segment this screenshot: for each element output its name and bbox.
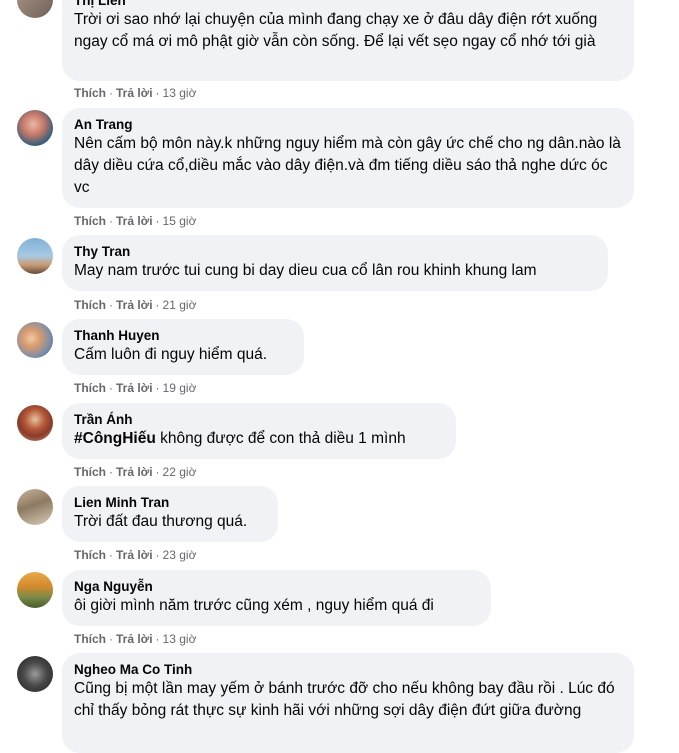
like-button[interactable]: Thích	[74, 86, 106, 100]
like-button[interactable]: Thích	[74, 381, 106, 395]
separator-dot: ·	[109, 86, 113, 100]
mention-tag[interactable]: #CôngHiếu	[74, 430, 156, 447]
reply-button[interactable]: Trả lời	[116, 298, 153, 312]
comment-bubble: Ngheo Ma Co Tinh Cũng bị một lần may yếm…	[62, 653, 634, 753]
avatar[interactable]	[17, 572, 53, 608]
like-button[interactable]: Thích	[74, 465, 106, 479]
separator-dot: ·	[109, 632, 113, 646]
separator-dot: ·	[109, 548, 113, 562]
comment-time[interactable]: 23 giờ	[163, 548, 197, 562]
comment-time[interactable]: 19 giờ	[163, 381, 197, 395]
comment-bubble: An Trang Nên cấm bộ môn này.k những nguy…	[62, 108, 634, 208]
comment-actions: Thích · Trả lời · 21 giờ	[74, 298, 196, 312]
comment-time[interactable]: 13 giờ	[163, 86, 197, 100]
separator-dot: ·	[155, 632, 160, 646]
avatar[interactable]	[17, 489, 53, 525]
comment-author[interactable]: Thanh Huyen	[74, 327, 292, 344]
comment-actions: Thích · Trả lời · 15 giờ	[74, 214, 196, 228]
comment-text: Trời ơi sao nhớ lại chuyện của mình đang…	[74, 11, 598, 50]
comment-text-body: không được để con thả diều 1 mình	[155, 430, 406, 447]
separator-dot: ·	[155, 465, 160, 479]
comment-bubble: Thị Liên Trời ơi sao nhớ lại chuyện của …	[62, 0, 634, 81]
separator-dot: ·	[109, 298, 113, 312]
separator-dot: ·	[155, 214, 160, 228]
comment-text: Trời đất đau thương quá.	[74, 513, 248, 530]
reply-button[interactable]: Trả lời	[116, 548, 153, 562]
comment-actions: Thích · Trả lời · 13 giờ	[74, 632, 196, 646]
separator-dot: ·	[109, 381, 113, 395]
comment-author[interactable]: Lien Minh Tran	[74, 494, 266, 511]
comment-text: ôi giời mình năm trước cũng xém , nguy h…	[74, 597, 434, 614]
separator-dot: ·	[109, 214, 113, 228]
comment-time[interactable]: 13 giờ	[163, 632, 197, 646]
separator-dot: ·	[109, 465, 113, 479]
comment-actions: Thích · Trả lời · 19 giờ	[74, 381, 196, 395]
comment-author[interactable]: Nga Nguyễn	[74, 578, 479, 595]
comment-text: Nên cấm bộ môn này.k những nguy hiểm mà …	[74, 135, 621, 196]
comment-bubble: Thanh Huyen Cấm luôn đi nguy hiểm quá.	[62, 319, 304, 375]
like-button[interactable]: Thích	[74, 632, 106, 646]
comment-text: Cấm luôn đi nguy hiểm quá.	[74, 346, 268, 363]
comment-author[interactable]: An Trang	[74, 116, 622, 133]
avatar[interactable]	[17, 322, 53, 358]
reply-button[interactable]: Trả lời	[116, 632, 153, 646]
comment-time[interactable]: 21 giờ	[163, 298, 197, 312]
like-button[interactable]: Thích	[74, 548, 106, 562]
like-button[interactable]: Thích	[74, 298, 106, 312]
avatar[interactable]	[17, 110, 53, 146]
comment-bubble: Trần Ánh #CôngHiếu không được để con thả…	[62, 403, 456, 459]
comment-time[interactable]: 22 giờ	[163, 465, 197, 479]
comment-author[interactable]: Thy Tran	[74, 243, 596, 260]
comment-author[interactable]: Ngheo Ma Co Tinh	[74, 661, 622, 678]
comment-time[interactable]: 15 giờ	[163, 214, 197, 228]
separator-dot: ·	[155, 381, 160, 395]
comment-author[interactable]: Thị Liên	[74, 0, 622, 9]
reply-button[interactable]: Trả lời	[116, 381, 153, 395]
comment-text: May nam trước tui cung bi day dieu cua c…	[74, 262, 537, 279]
comment-actions: Thích · Trả lời · 13 giờ	[74, 86, 196, 100]
separator-dot: ·	[155, 548, 160, 562]
comment-actions: Thích · Trả lời · 23 giờ	[74, 548, 196, 562]
comment-actions: Thích · Trả lời · 22 giờ	[74, 465, 196, 479]
reply-button[interactable]: Trả lời	[116, 214, 153, 228]
comment-author[interactable]: Trần Ánh	[74, 411, 444, 428]
like-button[interactable]: Thích	[74, 214, 106, 228]
reply-button[interactable]: Trả lời	[116, 465, 153, 479]
reply-button[interactable]: Trả lời	[116, 86, 153, 100]
separator-dot: ·	[155, 298, 160, 312]
avatar[interactable]	[17, 656, 53, 692]
comment-bubble: Thy Tran May nam trước tui cung bi day d…	[62, 235, 608, 291]
comment-bubble: Nga Nguyễn ôi giời mình năm trước cũng x…	[62, 570, 491, 626]
comment-text: #CôngHiếu không được để con thả diều 1 m…	[74, 428, 444, 450]
separator-dot: ·	[155, 86, 160, 100]
avatar[interactable]	[17, 405, 53, 441]
avatar[interactable]	[17, 238, 53, 274]
avatar[interactable]	[17, 0, 53, 18]
comment-bubble: Lien Minh Tran Trời đất đau thương quá.	[62, 486, 278, 542]
comment-text: Cũng bị một lần may yếm ở bánh trước đỡ …	[74, 680, 615, 719]
